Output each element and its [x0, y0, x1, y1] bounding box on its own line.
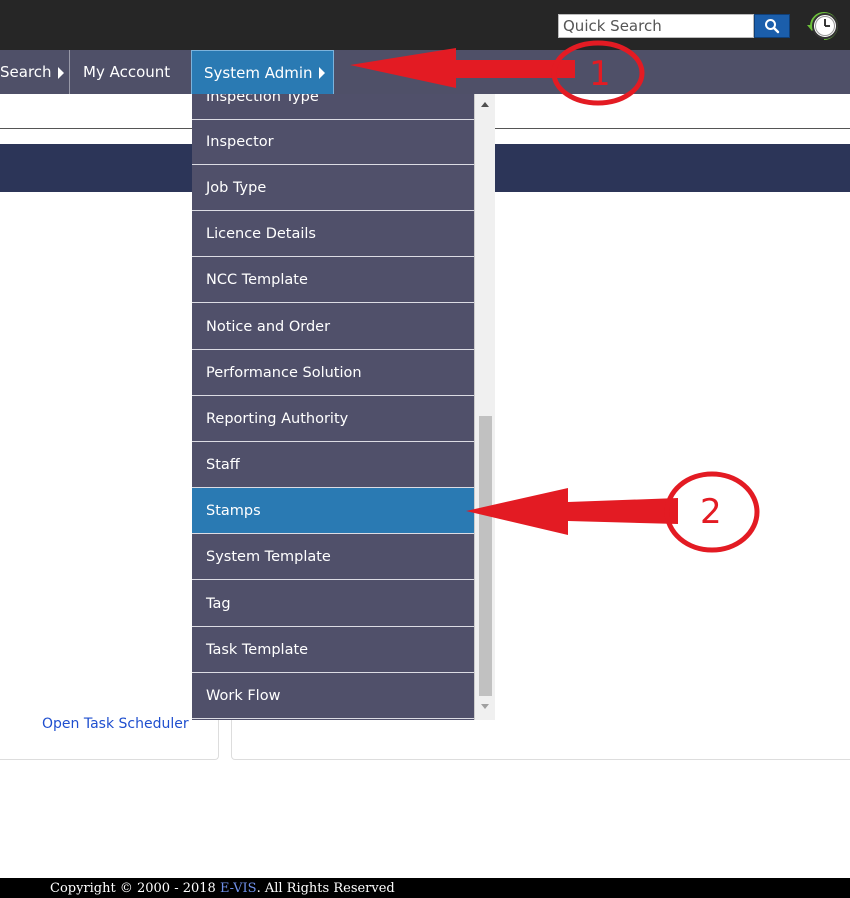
dropdown-scrollbar[interactable]: [474, 94, 495, 720]
menu-item-system-template[interactable]: System Template: [192, 534, 474, 580]
menu-item-inspector[interactable]: Inspector: [192, 119, 474, 165]
scroll-thumb[interactable]: [479, 416, 492, 696]
menu-item-label: Performance Solution: [206, 364, 362, 381]
menu-item-work-flow[interactable]: Work Flow: [192, 673, 474, 719]
nav-search[interactable]: Search: [0, 50, 70, 94]
nav-system-admin[interactable]: System Admin: [191, 50, 334, 94]
menu-item-label: Inspector: [206, 133, 274, 150]
menu-item-label: Tag: [206, 595, 231, 612]
footer-rights: . All Rights Reserved: [256, 880, 395, 896]
nav-my-account[interactable]: My Account: [71, 50, 191, 94]
menu-item-label: Job Type: [206, 179, 267, 196]
nav-my-account-label: My Account: [83, 63, 171, 81]
menu-item-label: Task Template: [206, 641, 309, 658]
footer-brand-link[interactable]: E-VIS: [220, 881, 257, 896]
menu-item-label: Stamps: [206, 502, 261, 519]
menu-item-licence-details[interactable]: Licence Details: [192, 211, 474, 257]
annotation-number-1: 1: [589, 54, 611, 94]
nav-system-admin-label: System Admin: [204, 63, 313, 82]
menu-item-stamps[interactable]: Stamps: [192, 488, 474, 534]
menu-item-ncc-template[interactable]: NCC Template: [192, 257, 474, 303]
menu-item-label: Licence Details: [206, 225, 316, 242]
footer: Copyright © 2000 - 2018 E-VIS. All Right…: [0, 878, 850, 898]
menu-item-label: Staff: [206, 456, 240, 473]
scroll-up-arrow-icon[interactable]: [481, 102, 489, 107]
caret-right-icon: [318, 67, 325, 79]
menu-item-notice-and-order[interactable]: Notice and Order: [192, 304, 474, 350]
menu-item-task-template[interactable]: Task Template: [192, 627, 474, 673]
nav-search-label: Search: [0, 63, 52, 81]
scroll-down-arrow-icon[interactable]: [481, 704, 489, 709]
menu-item-label: Reporting Authority: [206, 410, 349, 427]
menu-item-label: Notice and Order: [206, 318, 331, 335]
top-bar: [0, 0, 850, 50]
caret-right-icon: [57, 66, 64, 79]
main-navigation: Search My Account System Admin: [0, 50, 850, 94]
menu-item-staff[interactable]: Staff: [192, 442, 474, 488]
menu-item-label: Inspection Type: [206, 94, 319, 105]
system-admin-dropdown: Inspection Type Inspector Job Type Licen…: [192, 94, 495, 720]
menu-item-tag[interactable]: Tag: [192, 581, 474, 627]
footer-copyright: Copyright © 2000 - 2018: [50, 880, 220, 896]
menu-item-label: System Template: [206, 548, 331, 565]
menu-item-performance-solution[interactable]: Performance Solution: [192, 350, 474, 396]
annotation-number-2: 2: [700, 492, 722, 532]
quick-search-input[interactable]: [558, 14, 754, 38]
menu-item-inspection-type[interactable]: Inspection Type: [192, 94, 474, 120]
menu-item-job-type[interactable]: Job Type: [192, 165, 474, 211]
menu-item-reporting-authority[interactable]: Reporting Authority: [192, 396, 474, 442]
quick-search-button[interactable]: [754, 14, 790, 38]
search-icon: [765, 19, 780, 34]
menu-item-label: Work Flow: [206, 687, 281, 704]
open-task-scheduler-link[interactable]: Open Task Scheduler: [42, 716, 189, 732]
clock-icon[interactable]: [806, 8, 842, 44]
menu-item-label: NCC Template: [206, 271, 308, 288]
